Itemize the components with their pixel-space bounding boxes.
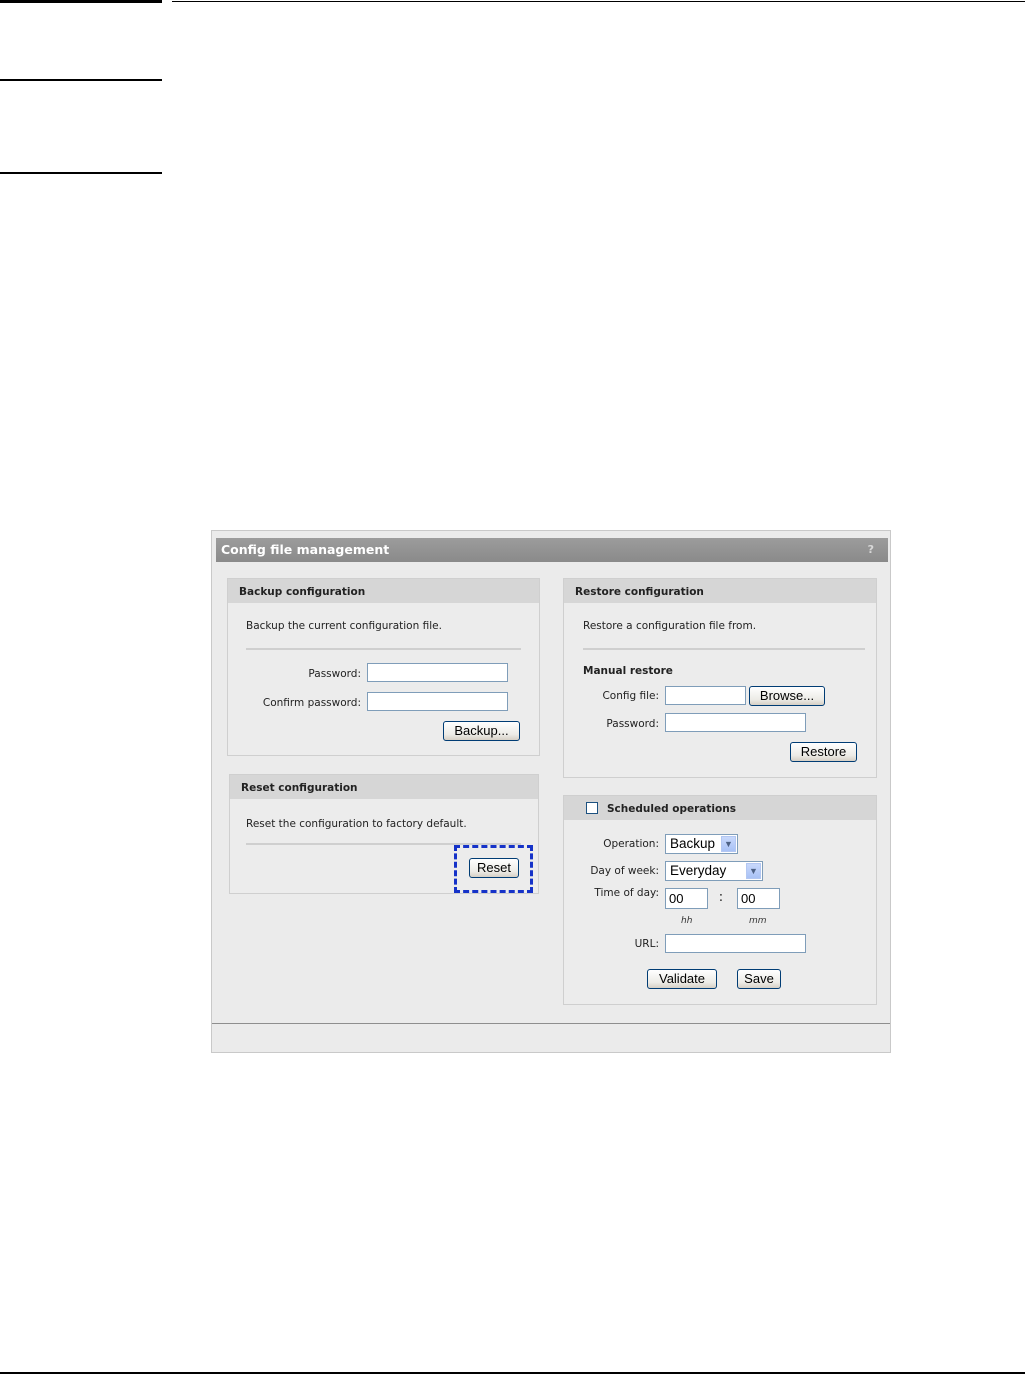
document-page: Config file management ? Backup configur… [0,0,1025,1375]
scheduled-operations-heading: Scheduled operations [564,796,876,820]
operation-label: Operation: [603,838,659,850]
scheduled-operations-checkbox[interactable] [586,802,598,814]
restore-button[interactable]: Restore [790,742,857,762]
minute-unit-label: mm [749,916,767,926]
chevron-down-icon: ▼ [746,863,761,879]
minute-field[interactable] [737,888,780,909]
backup-password-label: Password: [308,668,361,680]
config-file-label: Config file: [602,690,659,702]
scheduled-operations-label: Scheduled operations [607,803,736,815]
backup-password-field[interactable] [367,663,508,682]
margin-rule [0,79,162,81]
hour-field[interactable] [665,888,708,909]
reset-configuration-heading: Reset configuration [230,775,538,799]
day-of-week-select[interactable]: Everyday ▼ [665,861,763,881]
reset-description: Reset the configuration to factory defau… [246,818,467,830]
time-separator: : [718,890,724,905]
confirm-password-field[interactable] [367,692,508,711]
restore-description: Restore a configuration file from. [583,620,757,632]
backup-button[interactable]: Backup... [443,721,520,741]
margin-rule [0,172,162,174]
backup-description: Backup the current configuration file. [246,620,442,632]
browse-button[interactable]: Browse... [749,686,825,706]
hour-unit-label: hh [681,916,693,926]
footer-rule [0,1372,1025,1374]
operation-select[interactable]: Backup ▼ [665,834,738,854]
day-of-week-label: Day of week: [590,865,659,877]
chevron-down-icon: ▼ [721,836,736,852]
restore-password-label: Password: [606,718,659,730]
time-of-day-label: Time of day: [594,887,659,899]
restore-password-field[interactable] [665,713,806,732]
save-button[interactable]: Save [737,969,781,989]
backup-configuration-heading: Backup configuration [228,579,539,603]
url-label: URL: [634,938,659,950]
manual-restore-heading: Manual restore [583,665,673,677]
day-of-week-selected-value: Everyday [670,863,727,878]
operation-selected-value: Backup [670,836,716,851]
header-rule-thin [172,1,1025,2]
window-titlebar: Config file management ? [216,538,888,562]
confirm-password-label: Confirm password: [262,697,361,709]
config-file-field[interactable] [665,686,746,705]
window-title: Config file management [221,542,390,557]
divider [583,648,865,650]
divider [246,648,521,650]
reset-callout-highlight [454,845,533,893]
url-field[interactable] [665,934,806,953]
header-rule [0,0,162,3]
validate-button[interactable]: Validate [647,969,717,989]
help-icon[interactable]: ? [868,538,874,562]
restore-configuration-heading: Restore configuration [564,579,876,603]
window-footer-divider [212,1023,890,1024]
